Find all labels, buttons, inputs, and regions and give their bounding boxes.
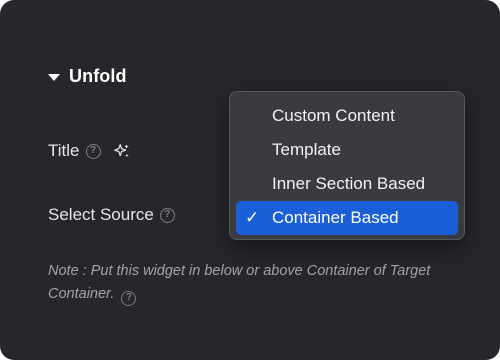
option-label: Container Based	[272, 208, 399, 227]
option-custom-content[interactable]: Custom Content	[236, 99, 458, 133]
checkmark-icon: ✓	[245, 208, 260, 227]
option-container-based[interactable]: ✓ Container Based	[236, 201, 458, 235]
note-message: Note : Put this widget in below or above…	[48, 263, 431, 302]
help-icon[interactable]: ?	[85, 143, 101, 159]
option-template[interactable]: Template	[236, 133, 458, 167]
caret-down-icon	[48, 73, 60, 81]
help-icon[interactable]: ?	[159, 207, 175, 223]
title-label: Title	[48, 141, 80, 160]
option-inner-section-based[interactable]: Inner Section Based	[236, 167, 458, 201]
help-icon[interactable]: ?	[121, 290, 137, 306]
select-source-label: Select Source	[48, 205, 154, 224]
option-label: Inner Section Based	[272, 174, 426, 193]
section-title: Unfold	[69, 66, 127, 86]
section-unfold-toggle[interactable]: Unfold	[48, 66, 127, 87]
option-label: Custom Content	[272, 106, 395, 125]
settings-panel: Unfold Title ? Select Source ? Note : Pu…	[0, 0, 500, 360]
source-dropdown-menu[interactable]: Custom Content Template Inner Section Ba…	[229, 91, 465, 240]
sparkle-icon[interactable]	[113, 142, 131, 160]
option-label: Template	[272, 140, 341, 159]
title-field-label-row: Title ?	[48, 141, 131, 161]
source-field-label-row: Select Source ?	[48, 205, 175, 225]
note-text: Note : Put this widget in below or above…	[48, 260, 458, 306]
